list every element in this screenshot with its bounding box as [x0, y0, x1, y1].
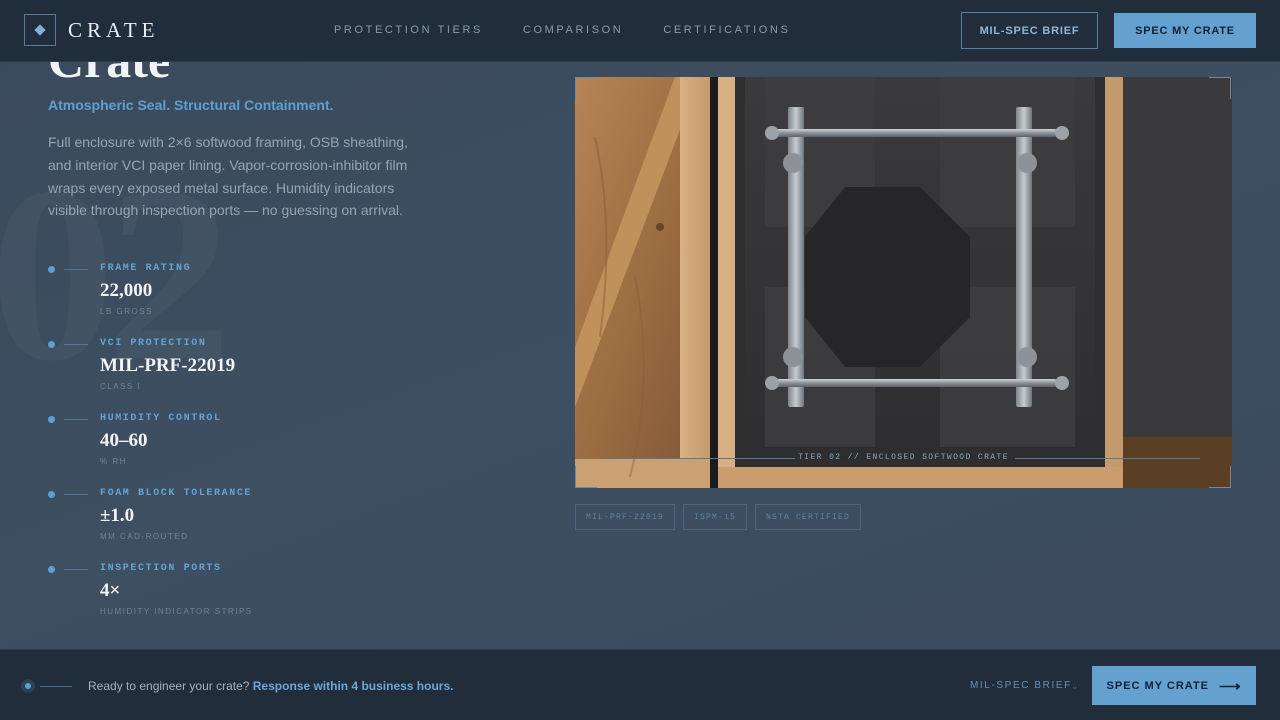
- hero-description: Full enclosure with 2×6 softwood framing…: [48, 134, 408, 219]
- footer-cta-bar: Ready to engineer your crate? Response w…: [0, 649, 1280, 720]
- bullet-dot-icon: [48, 266, 55, 273]
- frame-corner: [1209, 466, 1231, 488]
- spec-item-inspection-ports: INSPECTION PORTS 4× HUMIDITY INDICATOR S…: [48, 562, 253, 637]
- spec-label: FRAME RATING: [100, 263, 192, 274]
- spec-value: 4×: [100, 580, 121, 601]
- spec-item-foam-tolerance: FOAM BLOCK TOLERANCE ±1.0 MM CAD-ROUTED: [48, 487, 253, 562]
- spec-value: 22,000: [100, 280, 153, 301]
- spec-unit: % RH: [100, 457, 127, 466]
- cert-tag: ISPM-15: [683, 504, 748, 530]
- spec-item-humidity-control: HUMIDITY CONTROL 40–60 % RH: [48, 412, 253, 487]
- top-navigation-bar: CRATE PROTECTION TIERS COMPARISON CERTIF…: [0, 0, 1280, 62]
- connector-line: [40, 686, 72, 687]
- connector-line: [64, 269, 88, 270]
- spec-item-frame-rating: FRAME RATING 22,000 LB GROSS: [48, 262, 253, 337]
- mil-spec-brief-button[interactable]: MIL-SPEC BRIEF: [961, 12, 1098, 49]
- cert-tag: NSTA CERTIFIED: [755, 504, 862, 530]
- spec-list: FRAME RATING 22,000 LB GROSS VCI PROTECT…: [48, 262, 253, 637]
- footer-spec-my-crate-button[interactable]: SPEC MY CRATE ⟶: [1092, 666, 1256, 705]
- footer-cta-label: SPEC MY CRATE: [1106, 679, 1209, 692]
- spec-label: HUMIDITY CONTROL: [100, 413, 222, 424]
- crate-logo-icon: [24, 14, 56, 46]
- connector-line: [64, 419, 88, 420]
- connector-line: [64, 494, 88, 495]
- footer-mil-spec-brief-link[interactable]: MIL-SPEC BRIEF: [970, 680, 1072, 691]
- connector-line: [64, 344, 88, 345]
- bullet-dot-icon: [48, 416, 55, 423]
- bullet-dot-icon: [48, 491, 55, 498]
- spec-label: VCI PROTECTION: [100, 338, 207, 349]
- spec-label: FOAM BLOCK TOLERANCE: [100, 488, 253, 499]
- spec-label: INSPECTION PORTS: [100, 563, 222, 574]
- brand-logo[interactable]: CRATE: [24, 14, 160, 46]
- chevron-down-icon: ⌄: [1071, 681, 1079, 691]
- footer-prompt: Ready to engineer your crate?: [88, 679, 253, 693]
- footer-message: Ready to engineer your crate? Response w…: [88, 679, 453, 693]
- open-crate-illustration: [575, 77, 1232, 488]
- brand-name: CRATE: [68, 17, 160, 42]
- frame-corner: [575, 466, 597, 488]
- spec-unit: HUMIDITY INDICATOR STRIPS: [100, 607, 253, 616]
- bullet-dot-icon: [48, 341, 55, 348]
- spec-value: ±1.0: [100, 505, 135, 526]
- frame-corner: [575, 77, 597, 99]
- hero-subtitle: Atmospheric Seal. Structural Containment…: [48, 97, 334, 113]
- spec-unit: LB GROSS: [100, 307, 153, 316]
- status-dot-icon: [25, 683, 31, 689]
- frame-corner: [1209, 77, 1231, 99]
- nav-link-comparison[interactable]: COMPARISON: [523, 24, 623, 36]
- nav-link-protection-tiers[interactable]: PROTECTION TIERS: [334, 24, 483, 36]
- spec-value: 40–60: [100, 430, 148, 451]
- bullet-dot-icon: [48, 566, 55, 573]
- spec-value: MIL-PRF-22019: [100, 355, 236, 376]
- photo-caption: TIER 02 // ENCLOSED SOFTWOOD CRATE: [798, 453, 1009, 462]
- certification-tags: MIL-PRF-22019 ISPM-15 NSTA CERTIFIED: [575, 504, 869, 530]
- main-nav: PROTECTION TIERS COMPARISON CERTIFICATIO…: [334, 24, 830, 36]
- footer-highlight: Response within 4 business hours.: [252, 679, 454, 693]
- arrow-right-icon: ⟶: [1218, 677, 1242, 695]
- spec-item-vci-protection: VCI PROTECTION MIL-PRF-22019 CLASS I: [48, 337, 253, 412]
- spec-unit: MM CAD-ROUTED: [100, 532, 189, 541]
- cert-tag: MIL-PRF-22019: [575, 504, 676, 530]
- nav-link-certifications[interactable]: CERTIFICATIONS: [663, 24, 790, 36]
- spec-unit: CLASS I: [100, 382, 142, 391]
- crate-product-image: TIER 02 // ENCLOSED SOFTWOOD CRATE: [575, 77, 1232, 488]
- spec-my-crate-button[interactable]: SPEC MY CRATE: [1114, 13, 1256, 48]
- connector-line: [64, 569, 88, 570]
